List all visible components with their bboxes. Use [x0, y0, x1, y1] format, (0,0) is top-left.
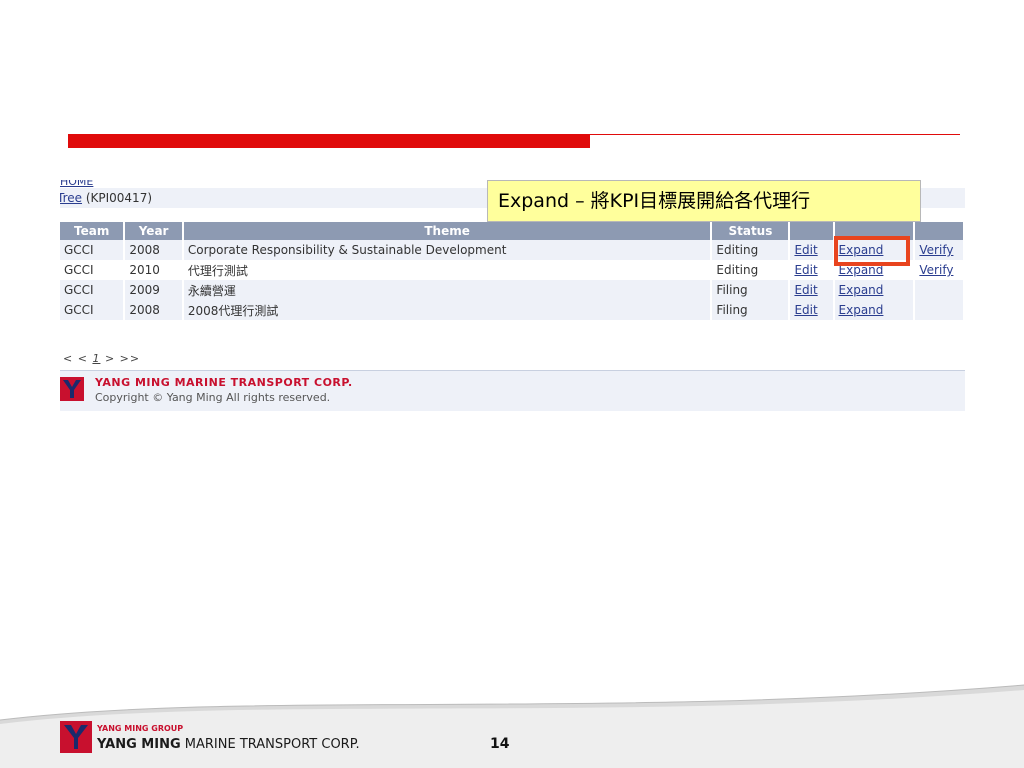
kpi-table: Team Year Theme Status GCCI 2008 Corpora… — [60, 222, 965, 320]
app-corp-name: YANG MING MARINE TRANSPORT CORP. — [95, 376, 353, 389]
header-team: Team — [60, 222, 126, 240]
slide-corp-name: YANG MING MARINE TRANSPORT CORP. — [97, 737, 360, 752]
callout-note: Expand – 將KPI目標展開給各代理行 — [487, 180, 921, 222]
cell-year: 2010 — [124, 260, 184, 280]
table-row: GCCI 2008 Corporate Responsibility & Sus… — [60, 240, 965, 260]
header-theme: Theme — [182, 222, 713, 240]
corp-bold: YANG MING — [97, 737, 181, 752]
cell-theme: 代理行測試 — [182, 260, 713, 280]
cell-year: 2008 — [124, 300, 184, 320]
cell-year: 2009 — [124, 280, 184, 300]
cell-empty — [914, 280, 965, 300]
corp-rest: MARINE TRANSPORT CORP. — [180, 737, 360, 752]
cell-team: GCCI — [60, 300, 126, 320]
verify-link[interactable]: Verify — [914, 240, 965, 260]
cell-status: Filing — [711, 280, 791, 300]
header-year: Year — [124, 222, 184, 240]
cell-team: GCCI — [60, 280, 126, 300]
header-edit — [789, 222, 835, 240]
table-row: GCCI 2010 代理行測試 Editing Edit Expand Veri… — [60, 260, 965, 280]
group-label: YANG MING GROUP — [97, 724, 184, 733]
edit-link[interactable]: Edit — [789, 260, 835, 280]
pager-prev[interactable]: < < — [63, 352, 88, 365]
cell-team: GCCI — [60, 260, 126, 280]
cell-team: GCCI — [60, 240, 126, 260]
cell-empty — [914, 300, 965, 320]
cell-theme: 永續營運 — [182, 280, 713, 300]
verify-link[interactable]: Verify — [914, 260, 965, 280]
tree-link[interactable]: Tree — [60, 191, 82, 205]
header-verify — [914, 222, 965, 240]
cell-status: Editing — [711, 240, 791, 260]
expand-link[interactable]: Expand — [833, 280, 916, 300]
title-red-line — [590, 134, 960, 135]
expand-highlight-box — [834, 236, 910, 266]
page-number: 14 — [490, 736, 510, 752]
header-status: Status — [711, 222, 791, 240]
expand-link[interactable]: Expand — [833, 300, 916, 320]
edit-link[interactable]: Edit — [789, 280, 835, 300]
cell-status: Filing — [711, 300, 791, 320]
pager: < < 1 > >> — [63, 352, 140, 365]
table-row: GCCI 2008 2008代理行測試 Filing Edit Expand — [60, 300, 965, 320]
app-footer: YANG MING MARINE TRANSPORT CORP. Copyrig… — [60, 370, 965, 411]
yang-ming-logo-icon — [60, 377, 84, 401]
cell-theme: 2008代理行測試 — [182, 300, 713, 320]
cell-status: Editing — [711, 260, 791, 280]
edit-link[interactable]: Edit — [789, 240, 835, 260]
app-copyright: Copyright © Yang Ming All rights reserve… — [95, 391, 331, 404]
cell-theme: Corporate Responsibility & Sustainable D… — [182, 240, 713, 260]
title-red-bar — [68, 134, 590, 148]
tree-kpi-id: (KPI00417) — [82, 191, 153, 205]
table-row: GCCI 2009 永續營運 Filing Edit Expand — [60, 280, 965, 300]
pager-next[interactable]: > >> — [105, 352, 140, 365]
cell-year: 2008 — [124, 240, 184, 260]
yang-ming-logo-icon — [60, 721, 92, 753]
edit-link[interactable]: Edit — [789, 300, 835, 320]
pager-current[interactable]: 1 — [92, 352, 100, 365]
